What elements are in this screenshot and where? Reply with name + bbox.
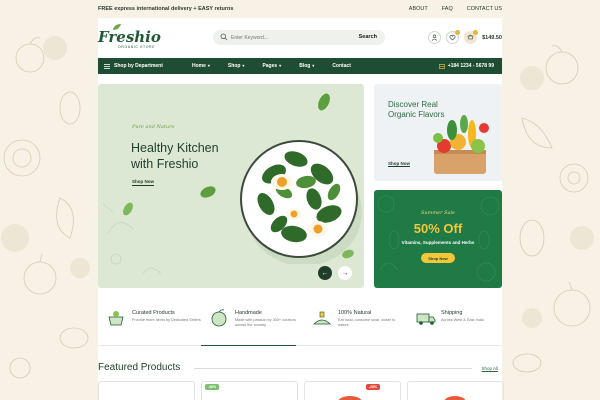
vegetable-basket-image (433, 115, 489, 174)
feature-desc: Eat local, consume local, closer to natu… (338, 318, 396, 327)
shop-by-department[interactable]: Shop by Department (104, 63, 163, 69)
user-icon (431, 34, 438, 41)
hero-shop-now-button[interactable]: Shop Now (132, 179, 154, 186)
search-icon (220, 33, 228, 41)
promo2-shop-now-button[interactable]: Shop Now (421, 253, 455, 263)
product-image (444, 396, 466, 400)
top-bar: FREE express international delivery + EA… (0, 0, 600, 18)
nav-item-home[interactable]: Home ▾ (192, 63, 210, 69)
logo-text: Freshio (98, 28, 161, 46)
logo-subtitle: ORGANIC STORE (118, 45, 156, 49)
wishlist-badge (455, 30, 461, 35)
promo-text: FREE express international delivery + EA… (98, 6, 234, 12)
promo2-discount: 50% Off (413, 221, 463, 236)
feature-title: Curated Products (132, 310, 175, 316)
feature-active-indicator (201, 345, 296, 347)
phone-icon (438, 63, 445, 69)
page: Freshio ORGANIC STORE Search (98, 18, 504, 400)
decorative-fruit-pattern-left (1, 36, 90, 379)
wishlist-button[interactable] (446, 30, 461, 44)
header-icons: $149.50 (428, 30, 502, 45)
truck-icon (416, 313, 436, 325)
chevron-down-icon: ▾ (207, 63, 210, 68)
logo[interactable]: Freshio ORGANIC STORE (98, 24, 161, 49)
top-links: ABOUT FAQ CONTACT US (409, 6, 502, 12)
arrow-left-icon: ← (321, 269, 329, 277)
department-label: Shop by Department (114, 63, 163, 69)
cart-icon (467, 34, 474, 40)
nav-item-blog[interactable]: Blog ▾ (299, 63, 314, 69)
promo-banner-summer-sale[interactable]: Summer Sale 50% Off Vitamins, Supplement… (374, 190, 502, 288)
decorative-fruit-pattern-right (512, 45, 594, 373)
main-nav: Shop by Department Home ▾ Shop ▾ Pages ▾ Bl… (98, 58, 502, 74)
nav-item-pages[interactable]: Pages ▾ (262, 63, 281, 69)
salad-bowl-image (240, 140, 362, 264)
nav-item-label: Blog (299, 63, 311, 69)
hero-title: Healthy Kitchen with Freshio (131, 141, 219, 171)
arrow-right-icon: → (341, 269, 349, 277)
nav-menu: Home ▾ Shop ▾ Pages ▾ Blog ▾ Contact (192, 63, 351, 69)
featured-products-title: Featured Products (98, 362, 181, 373)
nav-item-label: Home (192, 63, 206, 69)
chevron-down-icon: ▾ (312, 63, 315, 68)
leaf-icon (113, 24, 121, 30)
feature-title: 100% Natural (338, 310, 372, 316)
featured-divider (194, 368, 472, 369)
feature-natural: 100% Natural Eat local, consume local, c… (304, 306, 404, 340)
hero-tagline: Pure and Nature (132, 124, 175, 130)
product-card[interactable]: -25% (304, 381, 401, 400)
prev-slide-button[interactable]: ← (318, 266, 332, 280)
menu-icon (104, 63, 110, 69)
feature-shipping: Shipping Across West & East India (407, 306, 507, 340)
product-card[interactable] (407, 381, 504, 400)
discount-badge: -25% (365, 384, 380, 390)
account-button[interactable] (428, 31, 442, 44)
feature-desc: Across West & East India (441, 318, 484, 322)
feature-handmade: Handmade Made with passion by 300+ curat… (201, 306, 301, 340)
basket-icon (108, 311, 124, 326)
about-link[interactable]: ABOUT (409, 6, 428, 12)
chevron-down-icon: ▾ (279, 63, 282, 68)
product-image (338, 396, 362, 400)
cart-button[interactable] (464, 30, 479, 44)
feature-row: Curated Products Provide more Items by D… (98, 300, 502, 346)
chevron-down-icon: ▾ (242, 63, 245, 68)
feature-divider (98, 345, 502, 346)
cart-badge (473, 30, 479, 35)
search-bar: Search (213, 30, 385, 45)
promo-banner-organic[interactable]: Discover Real Organic Flavors Shop Now (374, 84, 502, 181)
promo2-description: Vitamins, Supplements and Herbs (401, 240, 475, 245)
product-card[interactable] (98, 381, 195, 400)
nav-item-label: Shop (227, 63, 241, 69)
feature-desc: Provide more Items by Dedicated Sellers (132, 318, 201, 322)
nav-item-label: Pages (262, 63, 278, 69)
field-icon (313, 311, 331, 325)
next-slide-button[interactable]: → (338, 266, 352, 280)
faq-link[interactable]: FAQ (442, 6, 453, 12)
search-input[interactable] (231, 33, 341, 42)
apple-icon (211, 309, 227, 327)
heart-icon (449, 35, 456, 41)
contact-us-link[interactable]: CONTACT US (467, 6, 502, 12)
feature-title: Shipping (441, 310, 463, 316)
phone-number[interactable]: +184 1234 - 5678 99 (438, 63, 494, 69)
slider-arrows: ← → (318, 266, 352, 280)
shop-all-link[interactable]: Shop All (481, 366, 498, 371)
nav-item-contact[interactable]: Contact (332, 63, 351, 69)
header: Freshio ORGANIC STORE Search (98, 18, 502, 56)
promo1-shop-now-button[interactable]: Shop Now (388, 161, 410, 167)
feature-curated: Curated Products Provide more Items by D… (98, 306, 201, 340)
nav-item-shop[interactable]: Shop ▾ (228, 63, 245, 69)
promo2-pattern (377, 195, 500, 282)
feature-desc: Made with passion by 300+ curators acros… (235, 318, 296, 327)
cart-total[interactable]: $149.50 (482, 35, 502, 41)
feature-title: Handmade (235, 310, 262, 316)
phone-label: +184 1234 - 5678 99 (447, 63, 494, 69)
promo2-tag: Summer Sale (420, 210, 456, 216)
search-button[interactable]: Search (359, 34, 377, 40)
discount-badge: -36% (205, 384, 220, 390)
hero-banner: Pure and Nature Healthy Kitchen with Fre… (98, 84, 364, 288)
product-card[interactable]: -36% (201, 381, 298, 400)
